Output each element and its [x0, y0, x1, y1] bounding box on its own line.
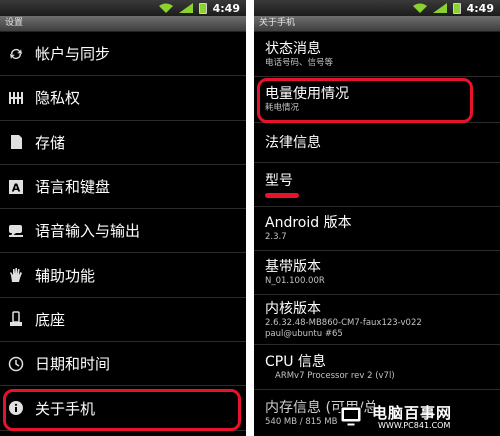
about-item-title: Android 版本	[265, 215, 352, 231]
settings-item-date-time[interactable]: 日期和时间	[0, 342, 246, 387]
settings-item-label: 存储	[35, 133, 66, 152]
settings-item-storage[interactable]: 存储	[0, 121, 246, 165]
about-item-title: CPU 信息	[265, 353, 326, 370]
about-item-subtitle: ARMv7 Processor rev 2 (v7l)	[275, 370, 395, 381]
redacted-model-mark	[265, 192, 299, 198]
about-item-battery-use[interactable]: 电量使用情况 耗电情况	[254, 77, 500, 123]
about-item-baseband: 基带版本 N_01.100.00R	[254, 251, 500, 295]
screen-title: 设置	[0, 16, 246, 32]
about-item-cpu: CPU 信息 ARMv7 Processor rev 2 (v7l)	[254, 345, 500, 390]
settings-item-label: 隐私权	[35, 89, 81, 108]
wifi-icon	[158, 3, 173, 13]
settings-item-label: 日期和时间	[35, 355, 111, 374]
about-item-subtitle: 2.3.7	[265, 232, 287, 242]
site-logo-icon	[340, 406, 362, 427]
clock-icon	[7, 355, 25, 373]
about-phone-screen: 4:49 关于手机 状态消息 电话号码、信号等 电量使用情况 耗电情况 法律信息…	[254, 0, 500, 436]
dock-icon	[7, 310, 25, 328]
site-watermark: 电脑百事网 WWW.PC841.COM	[338, 402, 498, 434]
settings-item-privacy[interactable]: 隐私权	[0, 76, 246, 121]
screen-title: 关于手机	[254, 16, 500, 32]
sync-icon	[7, 45, 25, 63]
settings-item-label: 语音输入与输出	[35, 222, 141, 241]
about-item-title: 状态消息	[265, 40, 321, 57]
about-list: 状态消息 电话号码、信号等 电量使用情况 耗电情况 法律信息 型号 Androi…	[254, 32, 500, 436]
settings-item-dock[interactable]: 底座	[0, 298, 246, 343]
sd-card-icon	[7, 133, 25, 151]
about-item-title: 内核版本	[265, 300, 321, 317]
about-item-title: 基带版本	[265, 259, 321, 275]
about-item-title: 型号	[265, 172, 293, 189]
settings-screen: 4:49 设置 帐户与同步 隐私权 存储 A 语言和键盘 语音输入与输出 辅助功…	[0, 0, 246, 436]
battery-icon	[198, 2, 207, 14]
settings-item-label: 辅助功能	[35, 266, 96, 285]
settings-item-accessibility[interactable]: 辅助功能	[0, 253, 246, 298]
settings-item-label: 帐户与同步	[35, 45, 111, 64]
hand-icon	[7, 266, 25, 284]
about-item-subtitle: 电话号码、信号等	[265, 57, 334, 68]
status-bar: 4:49	[0, 0, 246, 16]
about-item-legal[interactable]: 法律信息	[254, 123, 500, 163]
wifi-icon	[412, 3, 427, 13]
battery-icon	[452, 2, 461, 14]
about-item-subtitle: N_01.100.00R	[265, 276, 325, 286]
settings-item-accounts-sync[interactable]: 帐户与同步	[0, 32, 246, 77]
status-bar: 4:49	[254, 0, 500, 16]
settings-item-voice-io[interactable]: 语音输入与输出	[0, 209, 246, 254]
about-item-subtitle: 耗电情况	[265, 103, 300, 113]
settings-list: 帐户与同步 隐私权 存储 A 语言和键盘 语音输入与输出 辅助功能 底座 日期和…	[0, 32, 246, 431]
about-item-status[interactable]: 状态消息 电话号码、信号等	[254, 32, 500, 77]
about-item-title: 法律信息	[265, 134, 321, 151]
privacy-grid-icon	[7, 89, 25, 107]
settings-item-label: 底座	[35, 310, 66, 329]
signal-icon	[432, 3, 447, 13]
watermark-url: WWW.PC841.COM	[378, 421, 451, 430]
about-item-title: 电量使用情况	[265, 86, 349, 102]
about-item-subtitle-2: paul@ubuntu #65	[265, 328, 343, 339]
signal-icon	[178, 3, 193, 13]
settings-item-label: 语言和键盘	[35, 178, 111, 197]
info-icon	[7, 399, 25, 417]
svg-text:A: A	[12, 181, 21, 194]
keyboard-a-icon: A	[7, 178, 25, 196]
about-item-android-version[interactable]: Android 版本 2.3.7	[254, 207, 500, 251]
settings-item-label: 关于手机	[35, 399, 96, 418]
settings-item-about-phone[interactable]: 关于手机	[0, 386, 246, 431]
settings-item-language-keyboard[interactable]: A 语言和键盘	[0, 165, 246, 210]
clock-text: 4:49	[212, 1, 240, 15]
about-item-subtitle: 2.6.32.48-MB860-CM7-faux123-v022	[265, 317, 422, 328]
watermark-text: 电脑百事网	[372, 404, 453, 422]
voice-bubble-icon	[7, 222, 25, 240]
clock-text: 4:49	[466, 1, 494, 15]
about-item-model: 型号	[254, 163, 500, 207]
about-item-kernel: 内核版本 2.6.32.48-MB860-CM7-faux123-v022 pa…	[254, 295, 500, 345]
